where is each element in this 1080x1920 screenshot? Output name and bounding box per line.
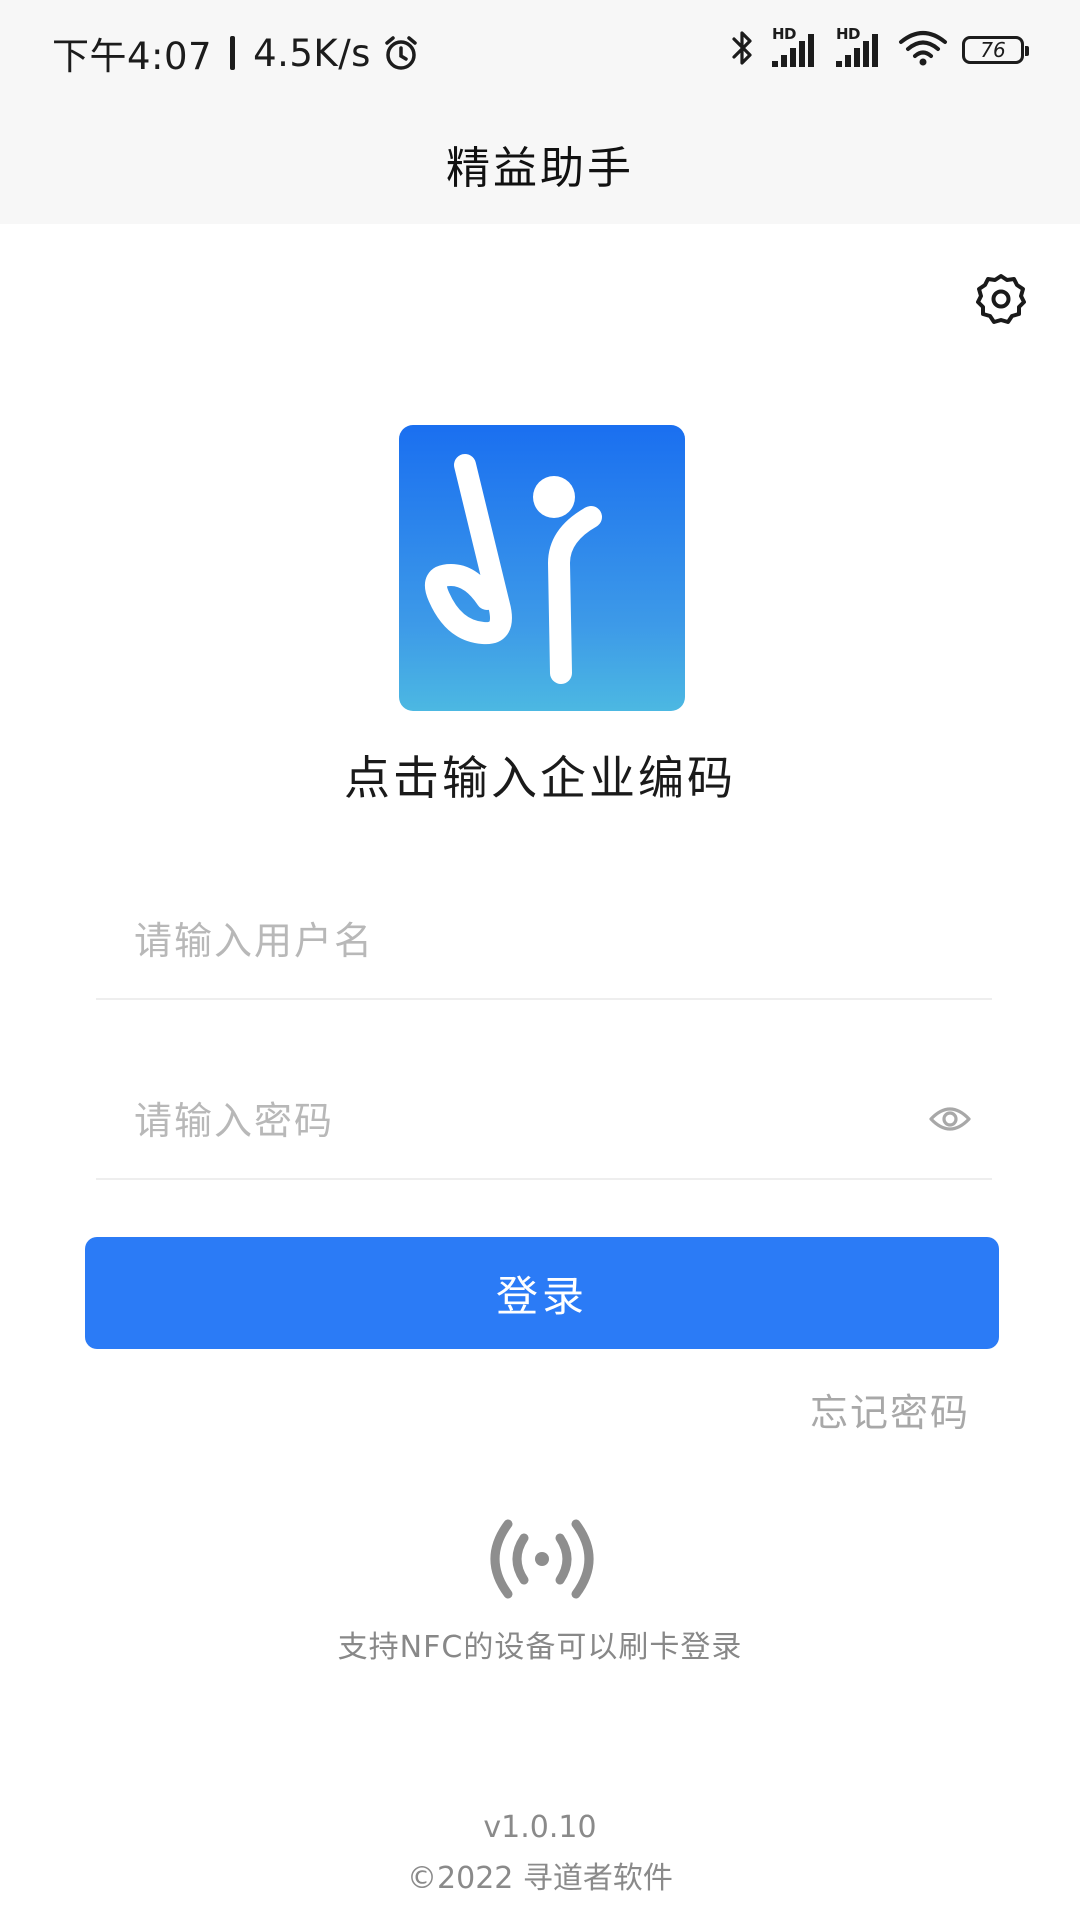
username-input[interactable] <box>134 884 894 998</box>
nfc-icon <box>488 1516 596 1602</box>
login-screen: 下午4:07 4.5K/s HD HD 76 精益助手 点击输入企业编码 请输入… <box>0 0 1080 1920</box>
nfc-hint: 支持NFC的设备可以刷卡登录 <box>337 1630 743 1665</box>
status-time: 下午4:07 <box>52 35 213 78</box>
status-net-speed: 4.5K/s <box>253 31 371 75</box>
hd-signal-icon: HD <box>834 25 884 69</box>
battery-icon: 76 <box>962 36 1029 64</box>
app-logo <box>399 425 685 711</box>
username-field <box>96 884 992 1000</box>
login-button[interactable]: 登录 <box>85 1237 999 1349</box>
wifi-icon <box>898 29 948 71</box>
status-left: 下午4:07 4.5K/s <box>52 26 421 80</box>
bluetooth-icon <box>730 28 756 72</box>
status-bar: 下午4:07 4.5K/s HD HD 76 <box>0 0 1080 104</box>
password-field <box>96 1064 992 1180</box>
password-input[interactable] <box>134 1064 894 1178</box>
app-version: v1.0.10 <box>483 1810 597 1845</box>
enterprise-code-link[interactable]: 点击输入企业编码 <box>0 742 1080 808</box>
eye-icon[interactable] <box>928 1102 972 1136</box>
gear-icon[interactable] <box>974 272 1028 326</box>
status-right: HD HD 76 <box>730 25 1029 72</box>
title-bar: 精益助手 <box>0 104 1080 224</box>
hd-signal-icon: HD <box>770 25 820 69</box>
alarm-icon <box>381 33 421 73</box>
page-title: 精益助手 <box>446 143 634 194</box>
copyright: ©2022 寻道者软件 <box>407 1861 673 1896</box>
status-separator <box>230 36 236 70</box>
forgot-password-link[interactable]: 忘记密码 <box>810 1382 970 1437</box>
battery-level: 76 <box>980 38 1006 62</box>
